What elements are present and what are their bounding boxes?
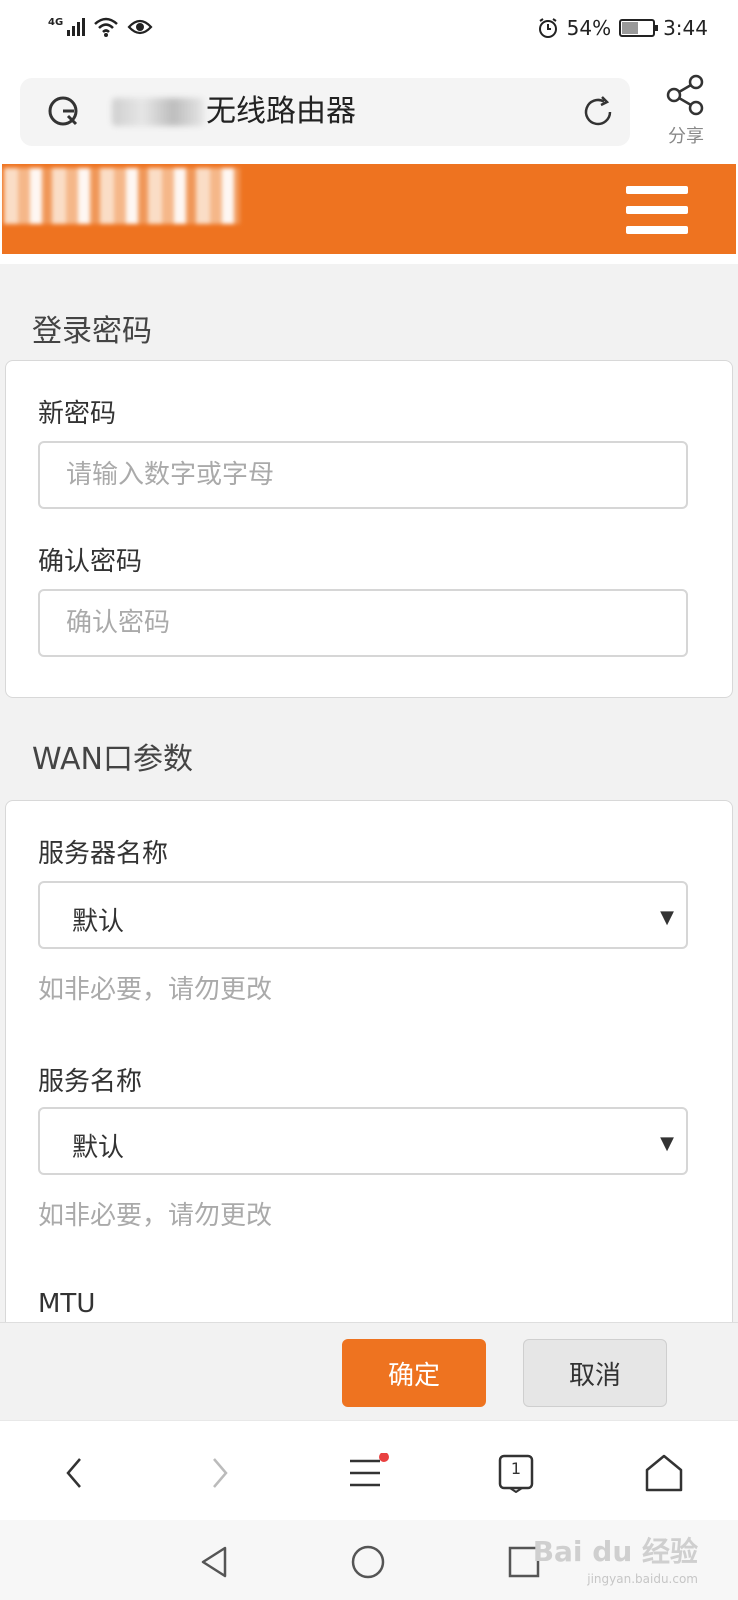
confirm-password-label: 确认密码 [38,547,143,577]
tab-count: 1 [510,1459,522,1478]
back-button[interactable] [44,1445,104,1501]
home-button[interactable] [634,1445,694,1501]
browser-logo-icon [48,96,78,126]
browser-toolbar: 1 [0,1420,738,1520]
share-button[interactable]: 分享 [650,74,722,160]
circle-home-icon [351,1545,385,1579]
home-icon [645,1454,683,1492]
share-icon [666,74,704,116]
settings-content[interactable]: 登录密码 新密码 确认密码 WAN口参数 服务器名称 默认 ▼ 如非必要，请勿更… [0,264,738,1322]
new-password-input[interactable] [38,441,688,509]
server-name-select[interactable]: 默认 ▼ [38,881,688,949]
status-bar: 4G 54% 3:44 [0,0,738,62]
confirm-password-input[interactable] [38,589,688,657]
router-logo [4,168,240,224]
wifi-icon [94,17,119,37]
router-header [2,164,736,254]
eye-icon [127,19,153,35]
wan-params-title: WAN口参数 [32,742,193,777]
refresh-icon[interactable] [580,94,616,130]
alarm-icon [538,18,557,38]
redacted-text [112,98,204,126]
signal-icon: 4G [48,17,86,36]
action-bar: 确定 取消 [0,1322,738,1420]
battery-percent: 54% [566,16,612,40]
nav-back-button[interactable] [190,1538,238,1586]
hamburger-menu-icon[interactable] [626,186,688,234]
service-name-select[interactable]: 默认 ▼ [38,1107,688,1175]
login-password-card: 新密码 确认密码 [5,360,733,698]
server-name-hint: 如非必要，请勿更改 [38,975,273,1005]
battery-level [622,22,639,34]
dropdown-arrow-icon: ▼ [660,907,674,928]
wan-params-card: 服务器名称 默认 ▼ 如非必要，请勿更改 服务名称 默认 ▼ 如非必要，请勿更改… [5,800,733,1322]
browser-menu-button[interactable] [338,1445,398,1501]
confirm-button[interactable]: 确定 [342,1339,486,1407]
triangle-back-icon [201,1546,227,1578]
new-password-label: 新密码 [38,399,117,429]
login-password-title: 登录密码 [32,314,152,349]
tabs-button[interactable]: 1 [486,1445,546,1501]
forward-button[interactable] [190,1445,250,1501]
battery-icon [619,19,659,37]
android-nav-bar: Bai du 经验 jingyan.baidu.com [0,1520,738,1600]
address-text: 无线路由器 [206,94,356,129]
address-bar[interactable]: 无线路由器 [20,78,630,146]
watermark-url: jingyan.baidu.com [587,1572,698,1586]
mtu-label: MTU [38,1289,96,1319]
service-name-hint: 如非必要，请勿更改 [38,1201,273,1231]
watermark: Bai du 经验 [532,1535,698,1568]
service-name-value: 默认 [72,1133,125,1163]
nav-home-button[interactable] [344,1538,392,1586]
forward-arrow-icon [213,1458,228,1488]
cancel-button[interactable]: 取消 [523,1339,667,1407]
server-name-label: 服务器名称 [38,839,169,869]
clock: 3:44 [663,16,708,40]
back-arrow-icon [66,1458,81,1488]
share-label: 分享 [668,126,704,147]
dropdown-arrow-icon: ▼ [660,1133,674,1154]
menu-icon [350,1453,389,1487]
network-type: 4G [48,17,64,28]
service-name-label: 服务名称 [38,1067,143,1097]
server-name-value: 默认 [72,907,125,937]
